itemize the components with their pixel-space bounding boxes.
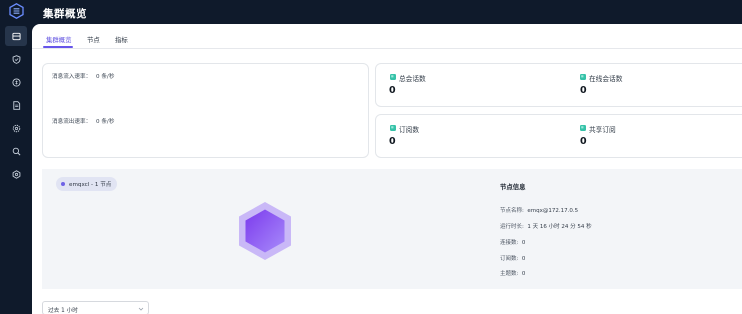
outflow-rate-label: 消息流出速率： [52,119,92,125]
online-sessions-value: 0 [580,85,587,96]
tab-metrics[interactable]: 指标 [115,35,128,44]
tab-bar: 集群概览 节点 指标 [32,24,742,49]
sidebar [0,0,32,314]
sidebar-item-dashboard[interactable] [5,26,27,46]
main-content: 集群概览 节点 指标 消息流入速率： 0 条/秒 消息流出速率： 0 条/秒 总… [32,24,742,314]
shared-subscriptions-value: 0 [580,136,587,147]
gear-icon [12,124,20,132]
node-info-row: 节点名称: emqx@172.17.0.5 [500,206,578,214]
total-sessions-value: 0 [389,85,396,96]
sidebar-item-integration[interactable] [5,72,27,92]
dashboard-icon [11,32,21,40]
page-title: 集群概览 [43,8,87,20]
coin-icon [11,77,21,87]
subscriptions-label: 订阅数 [399,126,420,134]
inflow-rate-value: 0 条/秒 [96,74,115,80]
cluster-node-tag[interactable]: emqxcl - 1 节点 [56,177,118,191]
plugin-icon [12,169,20,179]
time-range-value: 过去 1 小时 [48,308,78,314]
sidebar-item-diagnose[interactable] [5,141,27,161]
time-range-select[interactable]: 过去 1 小时 [42,301,149,314]
node-info-key: 主题数: [500,271,519,277]
node-info-row: 主题数: 0 [500,269,525,277]
emqx-logo-icon[interactable] [9,3,24,19]
subscriptions-value: 0 [389,136,396,147]
shield-icon [12,54,20,64]
node-info-value: 0 [521,271,526,277]
node-info-title: 节点信息 [500,183,526,191]
node-info-key: 订阅数: [500,256,519,262]
tab-cluster-overview[interactable]: 集群概览 [46,35,72,44]
tab-nodes[interactable]: 节点 [87,35,100,44]
outflow-rate-value: 0 条/秒 [96,119,115,125]
node-info-value: 0 [521,256,526,262]
subscription-stat-icon [390,125,396,131]
node-info-key: 连接数: [500,240,519,246]
subscriptions-card: 订阅数 0 共享订阅 0 [375,114,742,158]
status-dot [61,182,65,186]
message-rate-card: 消息流入速率： 0 条/秒 消息流出速率： 0 条/秒 [42,63,369,158]
sidebar-item-system[interactable] [5,118,27,138]
sidebar-item-access-control[interactable] [5,49,27,69]
node-topology-panel: emqxcl - 1 节点 节点信息 节点名称: emqx@172.17.0.5… [42,169,742,289]
node-info-value: emqx@172.17.0.5 [527,208,579,214]
session-stat-icon [390,74,396,80]
online-sessions-label: 在线会话数 [589,75,623,83]
cluster-node-tag-label: emqxcl - 1 节点 [69,182,112,188]
node-info-row: 订阅数: 0 [500,254,525,262]
node-info-row: 运行时长: 1 天 16 小时 24 分 54 秒 [500,222,592,230]
shared-subscription-stat-icon [580,125,586,131]
tab-active-indicator [43,46,73,48]
node-info-key: 运行时长: [500,224,524,230]
node-info-value: 0 [521,240,526,246]
document-icon [12,100,20,110]
node-info-key: 节点名称: [500,208,524,214]
node-info-row: 连接数: 0 [500,238,525,246]
chevron-down-icon [138,307,144,311]
sessions-card: 总会话数 0 在线会话数 0 [375,63,742,107]
sidebar-item-management[interactable] [5,95,27,115]
node-hexagon-icon[interactable] [238,201,292,261]
inflow-rate-label: 消息流入速率： [52,74,92,80]
online-session-stat-icon [580,74,586,80]
sidebar-item-extensions[interactable] [5,164,27,184]
shared-subscriptions-label: 共享订阅 [589,126,616,134]
search-icon [12,147,20,155]
node-info-value: 1 天 16 小时 24 分 54 秒 [527,224,592,230]
total-sessions-label: 总会话数 [399,75,426,83]
